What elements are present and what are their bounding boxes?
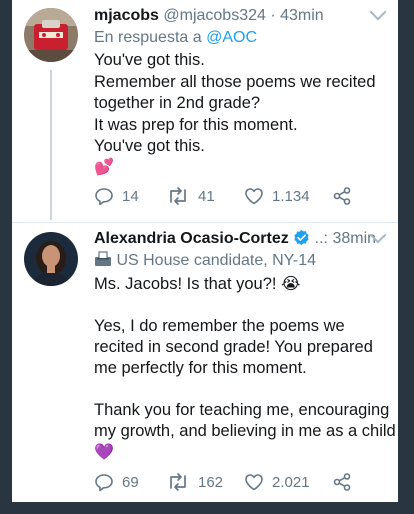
reply-count: 14 xyxy=(122,187,139,205)
tweet-actions: 69 162 2.021 xyxy=(94,472,374,496)
share-button[interactable] xyxy=(332,186,352,206)
tweet-header: Alexandria Ocasio-Cortez ..: 38min xyxy=(94,229,376,249)
retweet-icon xyxy=(170,187,186,205)
tweet-text-line: It was prep for this moment. xyxy=(94,116,298,134)
reply-count: 69 xyxy=(122,473,139,491)
tweet-header: mjacobs @mjacobs324 · 43min xyxy=(94,6,324,26)
display-name[interactable]: mjacobs xyxy=(94,7,159,24)
retweet-button[interactable]: 41 xyxy=(166,186,215,206)
avatar[interactable] xyxy=(24,232,78,286)
tweet-text-line: Remember all those poems we recited xyxy=(94,73,376,91)
ballot-box-icon xyxy=(95,251,111,266)
reply-prefix: En respuesta a xyxy=(94,29,202,46)
retweet-count: 41 xyxy=(198,187,215,205)
heart-emoji: 💕 xyxy=(94,159,114,176)
reply-to-link[interactable]: @AOC xyxy=(206,29,257,46)
separator: · xyxy=(270,7,276,24)
handle[interactable]: @mjacobs324 xyxy=(163,7,266,24)
retweet-button[interactable]: 162 xyxy=(166,472,223,492)
heart-icon xyxy=(245,188,263,205)
account-label-text: US House candidate, NY-14 xyxy=(116,252,316,269)
timestamp[interactable]: 38min xyxy=(332,230,376,247)
reply-icon xyxy=(95,188,113,206)
handle-truncated[interactable]: ..: xyxy=(315,230,328,247)
tweet-text-line: You've got this. xyxy=(94,51,205,69)
account-label[interactable]: US House candidate, NY-14 xyxy=(94,251,316,271)
like-button[interactable]: 2.021 xyxy=(244,472,310,492)
share-button[interactable] xyxy=(332,472,352,492)
like-button[interactable]: 1.134 xyxy=(244,186,310,206)
tweet-aoc[interactable]: Alexandria Ocasio-Cortez ..: 38min US Ho… xyxy=(12,223,398,502)
tweet-text-line: together in 2nd grade? xyxy=(94,94,261,112)
chevron-down-icon[interactable] xyxy=(369,3,387,21)
heart-icon xyxy=(245,474,263,491)
retweet-count: 162 xyxy=(198,473,224,491)
display-name[interactable]: Alexandria Ocasio-Cortez xyxy=(94,230,289,247)
tweet-text-line: Ms. Jacobs! Is that you?! 😭 xyxy=(94,275,301,293)
purple-heart-emoji: 💜 xyxy=(94,444,114,461)
reply-button[interactable]: 69 xyxy=(94,472,139,492)
tweet-actions: 14 41 1.134 xyxy=(94,186,374,210)
reply-button[interactable]: 14 xyxy=(94,186,139,206)
timestamp[interactable]: 43min xyxy=(280,7,324,24)
tweet-text-line: Yes, I do remember the poems we xyxy=(94,317,345,335)
retweet-icon xyxy=(170,473,186,491)
tweet-text-line: You've got this. xyxy=(94,137,205,155)
reply-context: En respuesta a @AOC xyxy=(94,28,257,48)
tweet-text-line: me perfectly for this moment. xyxy=(94,359,307,377)
like-count: 2.021 xyxy=(272,473,310,491)
tweet-thread-card: mjacobs @mjacobs324 · 43min En respuesta… xyxy=(12,0,398,502)
reply-icon xyxy=(95,474,113,492)
avatar[interactable] xyxy=(24,8,78,62)
share-icon xyxy=(333,473,351,491)
verified-badge-icon xyxy=(294,229,309,246)
tweet-text-line: Thank you for teaching me, encouraging xyxy=(94,401,390,419)
tweet-mjacobs[interactable]: mjacobs @mjacobs324 · 43min En respuesta… xyxy=(12,0,398,222)
tweet-text-line: recited in second grade! You prepared xyxy=(94,338,373,356)
share-icon xyxy=(333,187,351,205)
tweet-text-line: my growth, and believing in me as a chil… xyxy=(94,422,396,440)
like-count: 1.134 xyxy=(272,187,310,205)
